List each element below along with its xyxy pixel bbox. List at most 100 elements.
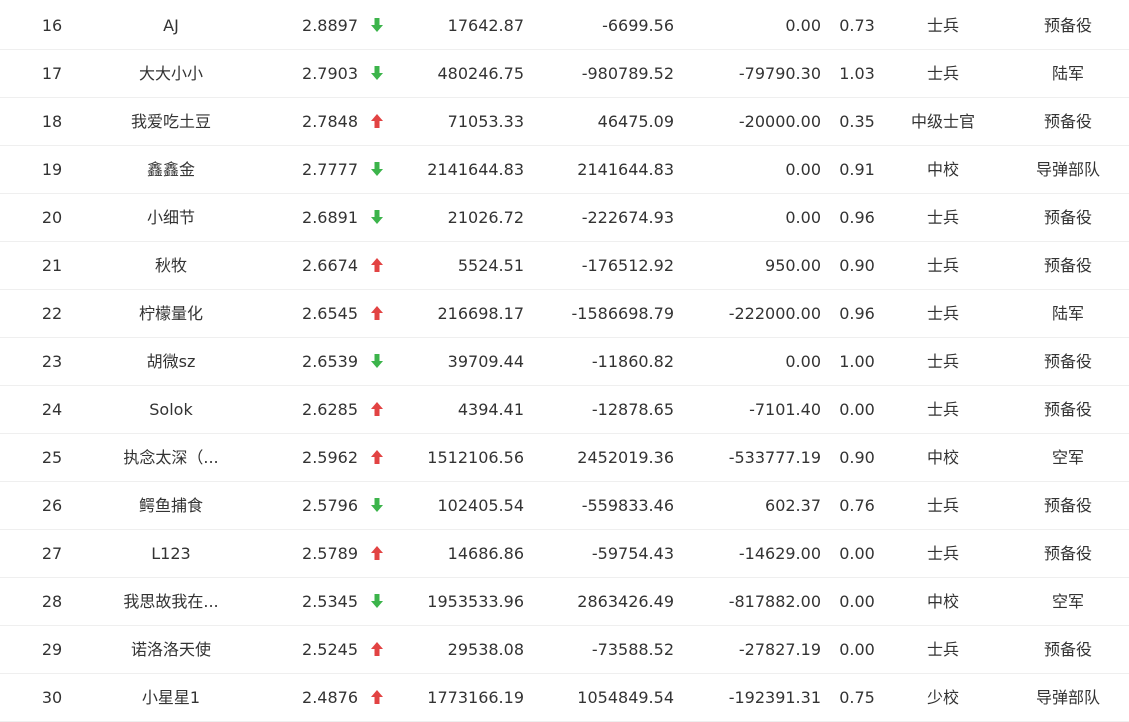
value1-cell: 1773166.19 [427, 688, 524, 707]
value1-cell: 1512106.56 [427, 448, 524, 467]
value1-cell: 102405.54 [437, 496, 524, 515]
military-rank-cell: 少校 [926, 688, 959, 707]
value3-cell: -222000.00 [728, 304, 821, 323]
branch-cell: 预备役 [1043, 352, 1092, 371]
table-row[interactable]: 25 执念太深（... 2.5962 1512106.56 2452019.36 -533… [0, 434, 1129, 482]
branch-cell: 导弹部队 [1035, 160, 1100, 179]
value3-cell: 0.00 [785, 208, 821, 227]
rank-cell: 20 [41, 208, 63, 227]
rank-cell: 21 [41, 256, 63, 275]
name-cell: L123 [151, 544, 191, 563]
branch-cell: 预备役 [1043, 16, 1092, 35]
name-cell: 鑫鑫金 [146, 160, 195, 179]
rank-cell: 29 [41, 640, 63, 659]
score-cell: 2.6285 [302, 400, 358, 419]
military-rank-cell: 中级士官 [910, 112, 975, 131]
name-cell: 小星星1 [141, 688, 201, 707]
table-row[interactable]: 29 诺洛洛天使 2.5245 29538.08 -73588.52 -27827.19 0… [0, 626, 1129, 674]
value2-cell: 1054849.54 [577, 688, 674, 707]
value2-cell: -559833.46 [581, 496, 674, 515]
name-cell: 鳄鱼捕食 [138, 496, 203, 515]
table-row[interactable]: 20 小细节 2.6891 21026.72 -222674.93 0.00 0.96 士兵 预… [0, 194, 1129, 242]
value2-cell: -11860.82 [591, 352, 674, 371]
ratio-cell: 0.00 [839, 592, 875, 611]
ratio-cell: 0.76 [839, 496, 875, 515]
rank-cell: 18 [41, 112, 63, 131]
value3-cell: -27827.19 [738, 640, 821, 659]
value1-cell: 2141644.83 [427, 160, 524, 179]
military-rank-cell: 士兵 [926, 16, 959, 35]
arrow-down-icon [366, 578, 388, 625]
table-row[interactable]: 18 我爱吃土豆 2.7848 71053.33 46475.09 -20000.00 0.… [0, 98, 1129, 146]
name-cell: 大大小小 [138, 64, 203, 83]
arrow-down-icon [366, 338, 388, 385]
arrow-up-icon [366, 626, 388, 673]
name-cell: 柠檬量化 [138, 304, 203, 323]
name-cell: Solok [149, 400, 193, 419]
branch-cell: 预备役 [1043, 112, 1092, 131]
rank-cell: 19 [41, 160, 63, 179]
rank-cell: 26 [41, 496, 63, 515]
arrow-up-icon [366, 674, 388, 721]
value1-cell: 4394.41 [457, 400, 524, 419]
value1-cell: 29538.08 [447, 640, 524, 659]
arrow-down-icon [366, 146, 388, 193]
ratio-cell: 0.35 [839, 112, 875, 131]
ratio-cell: 0.90 [839, 448, 875, 467]
table-row[interactable]: 16 AJ 2.8897 17642.87 -6699.56 0.00 0.73 士兵 预备役 [0, 2, 1129, 50]
value2-cell: 2863426.49 [577, 592, 674, 611]
ratio-cell: 1.00 [839, 352, 875, 371]
military-rank-cell: 士兵 [926, 496, 959, 515]
military-rank-cell: 士兵 [926, 544, 959, 563]
branch-cell: 陆军 [1051, 64, 1084, 83]
branch-cell: 预备役 [1043, 640, 1092, 659]
value3-cell: -192391.31 [728, 688, 821, 707]
name-cell: 执念太深（... [123, 448, 219, 467]
branch-cell: 陆军 [1051, 304, 1084, 323]
value1-cell: 216698.17 [437, 304, 524, 323]
military-rank-cell: 中校 [926, 592, 959, 611]
arrow-up-icon [366, 386, 388, 433]
arrow-down-icon [366, 50, 388, 97]
score-cell: 2.5245 [302, 640, 358, 659]
value2-cell: -59754.43 [591, 544, 674, 563]
military-rank-cell: 士兵 [926, 400, 959, 419]
table-row[interactable]: 30 小星星1 2.4876 1773166.19 1054849.54 -192391.… [0, 674, 1129, 722]
value3-cell: 602.37 [765, 496, 821, 515]
score-cell: 2.5789 [302, 544, 358, 563]
value1-cell: 21026.72 [447, 208, 524, 227]
table-row[interactable]: 17 大大小小 2.7903 480246.75 -980789.52 -79790.30… [0, 50, 1129, 98]
table-row[interactable]: 24 Solok 2.6285 4394.41 -12878.65 -7101.40 0.0… [0, 386, 1129, 434]
branch-cell: 预备役 [1043, 496, 1092, 515]
table-row[interactable]: 26 鳄鱼捕食 2.5796 102405.54 -559833.46 602.37 0.7… [0, 482, 1129, 530]
score-cell: 2.6545 [302, 304, 358, 323]
score-cell: 2.6539 [302, 352, 358, 371]
branch-cell: 空军 [1051, 448, 1084, 467]
value2-cell: -6699.56 [602, 16, 674, 35]
value2-cell: -1586698.79 [571, 304, 674, 323]
name-cell: 秋牧 [154, 256, 187, 275]
value1-cell: 39709.44 [447, 352, 524, 371]
table-row[interactable]: 21 秋牧 2.6674 5524.51 -176512.92 950.00 0.90 士兵 预… [0, 242, 1129, 290]
military-rank-cell: 中校 [926, 448, 959, 467]
value3-cell: 0.00 [785, 16, 821, 35]
score-cell: 2.5345 [302, 592, 358, 611]
table-row[interactable]: 22 柠檬量化 2.6545 216698.17 -1586698.79 -222000.… [0, 290, 1129, 338]
arrow-up-icon [366, 242, 388, 289]
name-cell: 我爱吃土豆 [130, 112, 211, 131]
military-rank-cell: 士兵 [926, 352, 959, 371]
table-row[interactable]: 23 胡微sz 2.6539 39709.44 -11860.82 0.00 1.00 士兵 预… [0, 338, 1129, 386]
branch-cell: 空军 [1051, 592, 1084, 611]
table-row[interactable]: 27 L123 2.5789 14686.86 -59754.43 -14629.00 0.… [0, 530, 1129, 578]
branch-cell: 导弹部队 [1035, 688, 1100, 707]
value3-cell: -817882.00 [728, 592, 821, 611]
score-cell: 2.5962 [302, 448, 358, 467]
table-row[interactable]: 19 鑫鑫金 2.7777 2141644.83 2141644.83 0.00 0.91 中… [0, 146, 1129, 194]
military-rank-cell: 士兵 [926, 208, 959, 227]
table-row[interactable]: 28 我思故我在... 2.5345 1953533.96 2863426.49 -817… [0, 578, 1129, 626]
branch-cell: 预备役 [1043, 544, 1092, 563]
rank-cell: 30 [41, 688, 63, 707]
ratio-cell: 0.96 [839, 304, 875, 323]
ratio-cell: 0.73 [839, 16, 875, 35]
name-cell: 小细节 [146, 208, 195, 227]
